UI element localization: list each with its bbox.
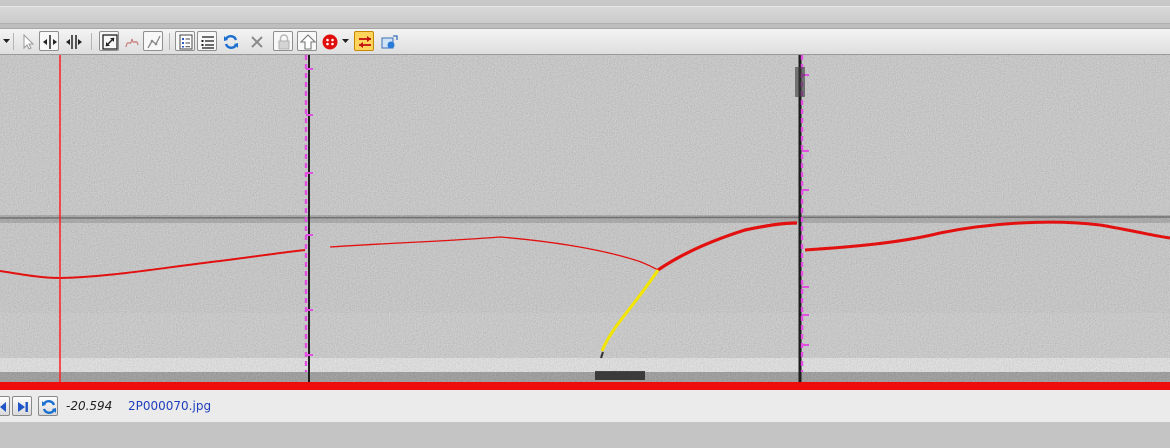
list-details-button[interactable]: [175, 31, 195, 51]
toolbar-separator: [13, 33, 14, 50]
window-title-strip: [0, 0, 1170, 29]
list-tree-button[interactable]: [197, 31, 217, 51]
delete-x-icon: [251, 36, 263, 48]
upload-arrow-icon: [299, 34, 317, 50]
skip-to-end-button[interactable]: [12, 396, 32, 416]
record-dots-icon: [322, 34, 338, 50]
skip-to-end-icon: [18, 402, 28, 412]
toolbar-separator: [91, 33, 92, 50]
select-pointer-button[interactable]: [17, 31, 37, 51]
previous-icon: [0, 402, 6, 412]
playback-progress-bar[interactable]: [0, 382, 1170, 390]
zoom-extent-button[interactable]: [99, 31, 119, 51]
polyline-draw-icon: [147, 35, 161, 49]
toolbar-separator: [169, 33, 170, 50]
select-pointer-icon: [23, 33, 35, 50]
zoom-extent-icon: [102, 34, 118, 50]
status-bar: -20.594 2P000070.jpg: [0, 390, 1170, 423]
coordinate-readout: -20.594: [66, 399, 113, 413]
previous-button[interactable]: [0, 396, 10, 416]
export-image-icon: [381, 35, 398, 49]
swap-arrows-button[interactable]: [354, 31, 374, 51]
lock-button[interactable]: [273, 31, 293, 51]
toolbar: [0, 29, 1170, 55]
list-tree-icon: [201, 36, 214, 49]
pavement-image-canvas[interactable]: [0, 55, 1170, 382]
upload-button[interactable]: [297, 31, 317, 51]
title-bar-inner: [0, 6, 1170, 24]
horizontal-measure-icon: [43, 35, 57, 49]
horizontal-measure-button[interactable]: [39, 31, 59, 51]
sync-icon: [42, 400, 56, 414]
refresh-icon: [224, 35, 238, 49]
export-image-button[interactable]: [378, 31, 398, 51]
list-details-icon: [179, 34, 193, 50]
current-filename[interactable]: 2P000070.jpg: [128, 399, 211, 413]
column-split-icon: [66, 35, 82, 49]
bottom-panel: [0, 423, 1170, 448]
column-split-button[interactable]: [63, 31, 83, 51]
squiggle-crack-icon: [125, 38, 139, 48]
refresh-button[interactable]: [220, 31, 240, 51]
polyline-draw-button[interactable]: [143, 31, 163, 51]
sync-button[interactable]: [38, 396, 58, 416]
swap-arrows-icon: [359, 36, 371, 48]
pavement-image-viewport[interactable]: [0, 55, 1170, 382]
delete-button[interactable]: [246, 31, 266, 51]
lock-icon: [278, 34, 290, 50]
record-dropdown-arrow-icon[interactable]: [342, 37, 349, 45]
record-button[interactable]: [319, 31, 339, 51]
dropdown-arrow-icon[interactable]: [3, 37, 10, 45]
squiggle-crack-button[interactable]: [121, 31, 141, 51]
